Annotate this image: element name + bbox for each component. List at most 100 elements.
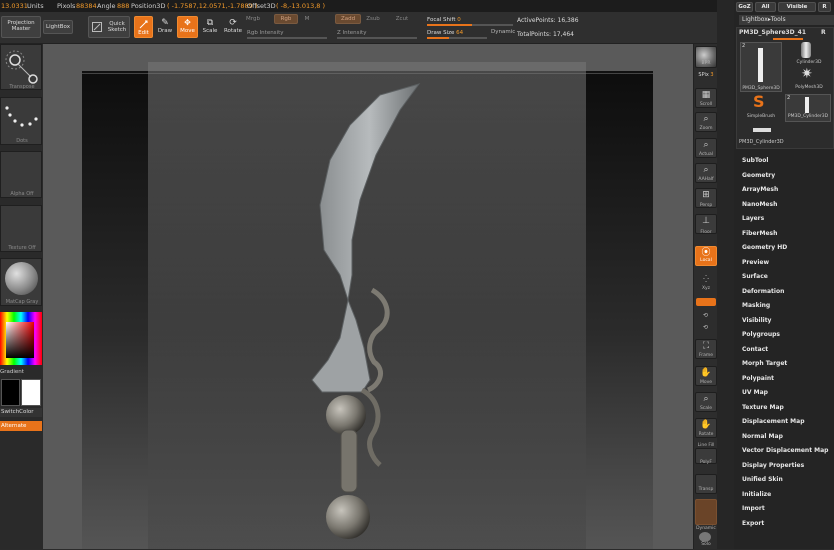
lightbox-tools-button[interactable]: Lightbox▸Tools bbox=[739, 15, 834, 25]
switch-color-button[interactable]: SwitchColor bbox=[0, 408, 42, 417]
menu-item-polypaint[interactable]: Polypaint bbox=[742, 375, 774, 382]
menu-item-subtool[interactable]: SubTool bbox=[742, 157, 768, 164]
tool-thumb-pm3d-cylinder[interactable]: 2 PM3D_Cylinder3D bbox=[785, 94, 831, 122]
menu-item-polygroups[interactable]: Polygroups bbox=[742, 331, 780, 338]
menu-item-import[interactable]: Import bbox=[742, 505, 765, 512]
focal-shift-slider[interactable]: Focal Shift 0 bbox=[427, 16, 513, 26]
stroke-dots-tile[interactable]: Dots bbox=[0, 97, 42, 145]
menu-item-nanomesh[interactable]: NanoMesh bbox=[742, 201, 777, 208]
gradient-label[interactable]: Gradient bbox=[0, 369, 42, 375]
rotate-axis-icon-1[interactable]: ⟲ bbox=[703, 312, 708, 319]
offset-label: Offset3D bbox=[247, 2, 276, 10]
menu-item-visibility[interactable]: Visibility bbox=[742, 317, 771, 324]
z-intensity-slider[interactable]: Z Intensity bbox=[337, 29, 417, 39]
offset-value: ( -8,-13.013,8 ) bbox=[276, 2, 326, 10]
move-label: Move bbox=[180, 28, 195, 34]
lightbox-button[interactable]: LightBox bbox=[43, 20, 73, 34]
menu-item-display-properties[interactable]: Display Properties bbox=[742, 462, 804, 469]
tool-thumb-sphere[interactable]: 2 PM3D_Sphere3D bbox=[740, 42, 782, 92]
dynamic-persp-button[interactable] bbox=[695, 499, 717, 525]
menu-item-masking[interactable]: Masking bbox=[742, 302, 770, 309]
quick-sketch-button[interactable]: Quick Sketch bbox=[88, 16, 130, 38]
sword-model[interactable] bbox=[300, 80, 440, 550]
menu-item-uv-map[interactable]: UV Map bbox=[742, 389, 768, 396]
material-tile[interactable]: MatCap Gray bbox=[0, 258, 42, 306]
selected-tool-thumb-icon[interactable] bbox=[753, 128, 771, 132]
dynamic-button[interactable]: Dynamic bbox=[491, 29, 515, 36]
tool-thumb-simplebrush[interactable]: S SimpleBrush bbox=[740, 92, 782, 122]
zadd-button[interactable]: Zadd bbox=[335, 14, 361, 24]
goz-tab[interactable]: GoZ bbox=[736, 2, 753, 12]
frame-icon: ⛶ bbox=[702, 341, 710, 351]
zsub-button[interactable]: Zsub bbox=[364, 16, 382, 23]
menu-item-texture-map[interactable]: Texture Map bbox=[742, 404, 784, 411]
spix-slider[interactable]: SPix 3 bbox=[694, 72, 718, 78]
all-tab[interactable]: All bbox=[755, 2, 776, 12]
sword-blade bbox=[319, 83, 421, 301]
menu-item-preview[interactable]: Preview bbox=[742, 259, 769, 266]
alpha-label: Alpha Off bbox=[10, 191, 34, 197]
menu-item-arraymesh[interactable]: ArrayMesh bbox=[742, 186, 778, 193]
color-picker-square[interactable] bbox=[6, 322, 34, 358]
pixols-readout: 13.0331 bbox=[1, 2, 28, 10]
xyz-label: Xyz bbox=[701, 286, 711, 291]
menu-item-vector-displacement-map[interactable]: Vector Displacement Map bbox=[742, 447, 828, 454]
color-picker[interactable] bbox=[0, 312, 42, 365]
main-color-swatch[interactable] bbox=[1, 379, 20, 406]
alternate-button[interactable]: Alternate bbox=[0, 421, 42, 431]
xyz-button[interactable]: ⁛ bbox=[695, 274, 717, 294]
menu-item-morph-target[interactable]: Morph Target bbox=[742, 360, 787, 367]
rgb-intensity-slider[interactable]: Rgb Intensity bbox=[247, 29, 327, 39]
menu-item-displacement-map[interactable]: Displacement Map bbox=[742, 418, 805, 425]
transpose-tile[interactable]: Transpose bbox=[0, 44, 42, 90]
scale-button[interactable]: ⧉ Scale bbox=[200, 18, 220, 35]
quick-sketch-icon bbox=[92, 22, 102, 32]
rotate-axis-icon-2[interactable]: ⟲ bbox=[703, 324, 708, 331]
menu-item-layers[interactable]: Layers bbox=[742, 215, 764, 222]
left-shelf: Transpose Dots Alpha Off Texture Off Mat… bbox=[0, 44, 43, 549]
r-tab[interactable]: R bbox=[818, 2, 831, 12]
simplebrush-icon: S bbox=[753, 92, 765, 111]
axis-toggle[interactable] bbox=[696, 298, 716, 306]
mrgb-button[interactable]: Mrgb bbox=[246, 16, 260, 23]
draw-button[interactable]: ✎ Draw bbox=[156, 18, 174, 35]
menu-item-export[interactable]: Export bbox=[742, 520, 764, 527]
menu-item-deformation[interactable]: Deformation bbox=[742, 288, 784, 295]
move-button[interactable]: ✥ Move bbox=[177, 16, 198, 38]
projection-master-button[interactable]: Projection Master bbox=[1, 16, 41, 38]
texture-tile[interactable]: Texture Off bbox=[0, 205, 42, 252]
z-intensity-label: Z Intensity bbox=[337, 30, 367, 36]
menu-item-geometry-hd[interactable]: Geometry HD bbox=[742, 244, 787, 251]
rgb-button[interactable]: Rgb bbox=[274, 14, 298, 24]
rotate-button[interactable]: ⟳ Rotate bbox=[222, 18, 244, 35]
menu-item-normal-map[interactable]: Normal Map bbox=[742, 433, 783, 440]
solo-icon[interactable] bbox=[699, 532, 711, 542]
texture-label: Texture Off bbox=[8, 245, 36, 251]
tool-thumb-polymesh-label: PolyMesh3D bbox=[795, 85, 823, 90]
tool-thumb-polymesh[interactable]: ✷ PolyMesh3D bbox=[787, 66, 831, 94]
z-intensity-track bbox=[337, 37, 417, 39]
menu-item-contact[interactable]: Contact bbox=[742, 346, 768, 353]
focal-shift-value: 0 bbox=[457, 17, 461, 23]
draw-size-slider[interactable]: Draw Size 64 bbox=[427, 29, 487, 39]
alpha-tile[interactable]: Alpha Off bbox=[0, 151, 42, 198]
menu-item-surface[interactable]: Surface bbox=[742, 273, 768, 280]
menu-item-unified-skin[interactable]: Unified Skin bbox=[742, 476, 783, 483]
local-button[interactable]: ⦿ bbox=[695, 246, 717, 266]
secondary-color-swatch[interactable] bbox=[21, 379, 41, 406]
menu-item-initialize[interactable]: Initialize bbox=[742, 491, 771, 498]
floor-label: Floor bbox=[700, 230, 712, 235]
menu-item-geometry[interactable]: Geometry bbox=[742, 172, 775, 179]
m-button[interactable]: M bbox=[302, 16, 312, 23]
floor-icon: ⊥ bbox=[702, 216, 710, 226]
zcut-button[interactable]: Zcut bbox=[393, 16, 411, 23]
sword-blade-base bbox=[311, 298, 371, 393]
tool-thumb-cylinder[interactable]: Cylinder3D bbox=[787, 42, 831, 68]
tool-thumb-sphere-badge: 2 bbox=[742, 43, 746, 49]
edit-button[interactable]: Edit bbox=[134, 16, 153, 38]
sword-pommel-upper bbox=[326, 395, 366, 435]
tool-r-button[interactable]: R bbox=[821, 29, 826, 36]
visible-tab[interactable]: Visible bbox=[778, 2, 816, 12]
tool-size-slider[interactable] bbox=[773, 38, 803, 40]
menu-item-fibermesh[interactable]: FiberMesh bbox=[742, 230, 777, 237]
